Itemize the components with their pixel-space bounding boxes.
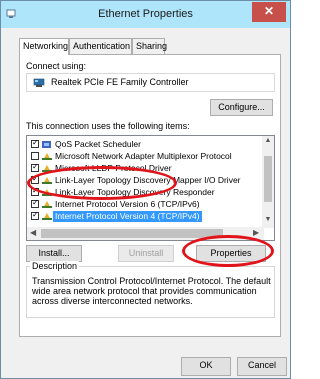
description-group: Description Transmission Control Protoco… [26,261,275,318]
title-bar[interactable]: Ethernet Properties ✕ [1,1,290,28]
item-label: Link-Layer Topology Discovery Mapper I/O… [55,175,241,185]
protocol-icon [42,201,52,208]
items-label: This connection uses the following items… [26,121,190,131]
tab-sharing[interactable]: Sharing [132,38,167,54]
item-checkbox[interactable] [31,138,39,148]
list-item[interactable]: Link-Layer Topology Discovery Responder [27,186,263,198]
networking-panel: Connect using: Realtek PCIe FE Family Co… [19,54,281,337]
list-item[interactable]: QoS Packet Scheduler [27,138,263,150]
vertical-scroll-thumb[interactable] [264,156,272,202]
item-label: Internet Protocol Version 4 (TCP/IPv4) [53,211,202,222]
tab-networking[interactable]: Networking [19,38,69,55]
adapter-name: Realtek PCIe FE Family Controller [51,77,189,87]
list-item[interactable]: Microsoft LLDP Protocol Driver [27,162,263,174]
list-item[interactable]: Link-Layer Topology Discovery Mapper I/O… [27,174,263,186]
configure-button[interactable]: Configure... [210,99,273,116]
adapter-box: Realtek PCIe FE Family Controller [26,73,275,92]
item-label: QoS Packet Scheduler [55,139,141,149]
scroll-right-icon[interactable]: ▶ [253,228,259,237]
horizontal-scrollbar[interactable]: ◀ ▶ [27,227,264,240]
horizontal-scroll-thumb[interactable] [41,229,223,238]
cancel-button[interactable]: Cancel [237,357,287,376]
item-checkbox[interactable] [31,210,39,220]
item-checkbox[interactable] [31,152,39,160]
components-list[interactable]: QoS Packet Scheduler Microsoft Network A… [26,135,275,241]
properties-button[interactable]: Properties [196,245,266,262]
list-item[interactable]: Internet Protocol Version 6 (TCP/IPv6) [27,198,263,210]
tab-authentication[interactable]: Authentication [69,38,132,54]
item-label: Internet Protocol Version 6 (TCP/IPv6) [55,199,200,209]
protocol-icon [42,153,52,160]
item-checkbox[interactable] [31,186,39,196]
close-button[interactable]: ✕ [252,2,286,22]
item-label: Link-Layer Topology Discovery Responder [55,187,215,197]
scroll-left-icon[interactable]: ◀ [30,228,36,237]
window-title: Ethernet Properties [98,8,193,20]
item-label: Microsoft LLDP Protocol Driver [55,163,172,173]
protocol-icon [42,189,52,196]
protocol-icon [42,165,52,172]
uninstall-button[interactable]: Uninstall [118,245,174,262]
description-text: Transmission Control Protocol/Internet P… [32,276,271,306]
protocol-icon [42,213,52,220]
scroll-down-icon[interactable]: ▼ [262,216,274,223]
item-checkbox[interactable] [31,198,39,208]
ok-button[interactable]: OK [181,357,231,376]
list-item-selected[interactable]: Internet Protocol Version 4 (TCP/IPv4) [27,210,263,222]
item-checkbox[interactable] [31,174,39,184]
install-button[interactable]: Install... [26,245,82,262]
description-legend: Description [30,261,80,271]
network-card-icon [33,78,45,87]
ethernet-properties-dialog: Ethernet Properties ✕ Networking Authent… [0,0,291,379]
item-checkbox[interactable] [31,162,39,172]
item-label: Microsoft Network Adapter Multiplexor Pr… [55,151,232,161]
scroll-up-icon[interactable]: ▲ [262,137,274,144]
connect-using-label: Connect using: [26,61,87,71]
qos-icon [42,141,51,148]
protocol-icon [42,177,52,184]
vertical-scrollbar[interactable]: ▲ ▼ [262,136,274,228]
list-item[interactable]: Microsoft Network Adapter Multiplexor Pr… [27,151,263,162]
